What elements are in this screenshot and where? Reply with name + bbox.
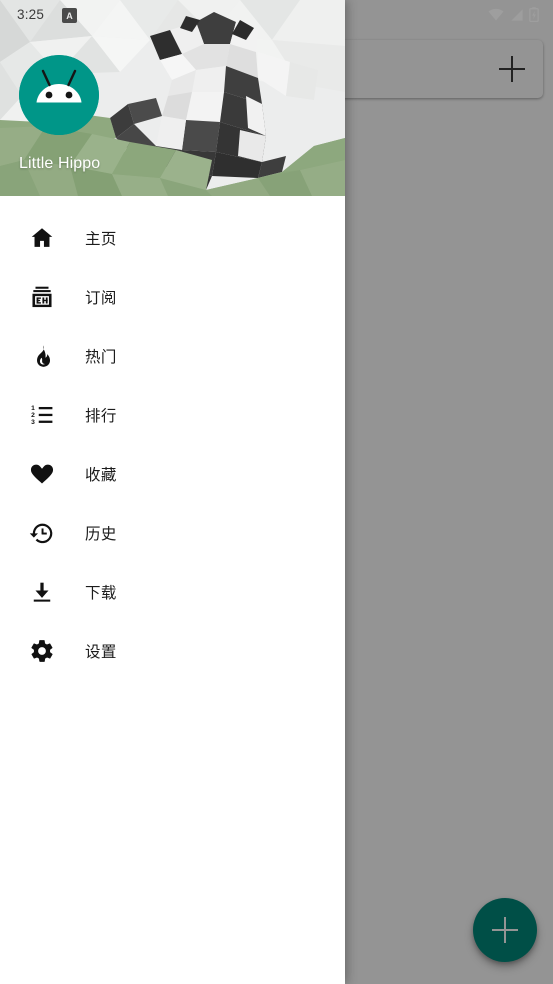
gear-settings-icon — [24, 633, 60, 669]
sidebar-item-label: 设置 — [85, 643, 117, 661]
svg-text:3: 3 — [31, 418, 35, 425]
app-root: Little Hippo 主页 订阅 热门 1 2 3 排行 收藏 历史 下载 … — [0, 0, 553, 984]
sidebar-item-label: 下载 — [85, 584, 117, 602]
sidebar-item-label: 排行 — [85, 407, 117, 425]
history-clock-icon — [24, 515, 60, 551]
fire-popular-icon — [24, 338, 60, 374]
drawer-menu-list: 主页 订阅 热门 1 2 3 排行 收藏 历史 下载 设置 — [0, 208, 345, 680]
sidebar-item-history[interactable]: 历史 — [0, 503, 345, 562]
sidebar-item-popular[interactable]: 热门 — [0, 326, 345, 385]
sidebar-item-home[interactable]: 主页 — [0, 208, 345, 267]
sidebar-item-label: 历史 — [85, 525, 117, 543]
sidebar-item-label: 热门 — [85, 348, 117, 366]
navigation-drawer: Little Hippo 主页 订阅 热门 1 2 3 排行 收藏 历史 下载 … — [0, 0, 345, 984]
sidebar-item-label: 主页 — [85, 230, 117, 248]
crescent-moon-icon — [293, 150, 345, 196]
sidebar-item-downloads[interactable]: 下载 — [0, 562, 345, 621]
drawer-header: Little Hippo — [0, 0, 345, 196]
sidebar-item-label: 收藏 — [85, 466, 117, 484]
download-icon — [24, 574, 60, 610]
sidebar-item-favorites[interactable]: 收藏 — [0, 444, 345, 503]
avatar[interactable] — [19, 55, 99, 135]
android-robot-avatar — [19, 55, 99, 135]
account-name: Little Hippo — [19, 155, 101, 172]
sidebar-item-label: 订阅 — [85, 289, 117, 307]
numbered-list-ranking-icon: 1 2 3 — [24, 397, 60, 433]
heart-favorite-icon — [24, 456, 60, 492]
eh-subscription-icon — [24, 279, 60, 315]
sidebar-item-ranking[interactable]: 1 2 3 排行 — [0, 385, 345, 444]
sidebar-item-settings[interactable]: 设置 — [0, 621, 345, 680]
home-icon — [24, 220, 60, 256]
sidebar-item-subscription[interactable]: 订阅 — [0, 267, 345, 326]
night-mode-toggle-button[interactable] — [293, 150, 323, 180]
